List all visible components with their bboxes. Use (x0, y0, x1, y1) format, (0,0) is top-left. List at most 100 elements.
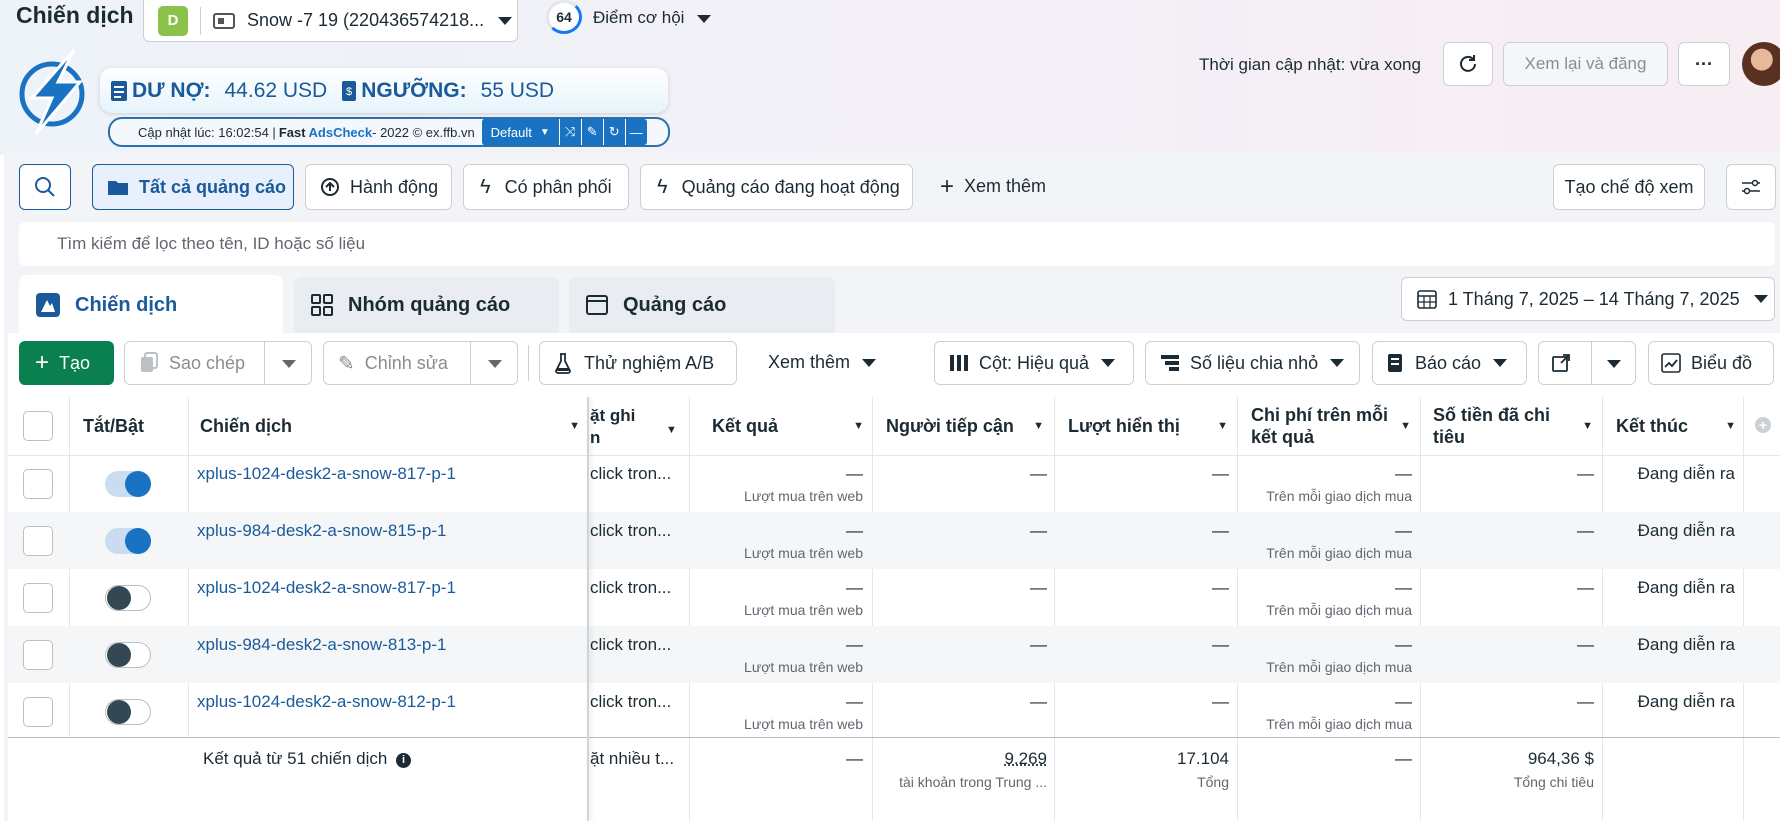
threshold-value: 55 USD (481, 79, 555, 103)
row-checkbox[interactable] (23, 583, 53, 613)
breakdown-button[interactable]: Số liệu chia nhỏ (1145, 341, 1360, 385)
tab-ads-label: Quảng cáo (623, 294, 726, 317)
charts-button[interactable]: Biểu đồ (1648, 341, 1774, 385)
add-column-icon[interactable]: + (1755, 417, 1771, 433)
more-button[interactable]: ··· (1678, 42, 1730, 86)
summary-label-text: Kết quả từ 51 chiến dịch (203, 749, 387, 768)
tab-ad-sets[interactable]: Nhóm quảng cáo (294, 277, 559, 333)
toolbar-see-more-label: Xem thêm (768, 352, 850, 373)
col-results[interactable]: Kết quả ▼ (712, 397, 864, 455)
campaign-name-link[interactable]: xplus-1024-desk2-a-snow-812-p-1 (197, 692, 456, 712)
select-all-checkbox[interactable] (23, 411, 53, 441)
minimize-icon[interactable]: — (625, 119, 647, 145)
refresh-icon[interactable]: ↻ (603, 119, 625, 145)
edit-button[interactable]: ✎ Chỉnh sửa (323, 341, 518, 385)
sort-icon[interactable]: ▼ (1400, 415, 1411, 437)
spent-cell: — (1428, 464, 1594, 484)
cpr-sub: Trên mỗi giao dịch mua (1245, 545, 1412, 561)
sort-icon[interactable]: ▼ (1582, 415, 1593, 437)
filter-all-ads[interactable]: Tất cả quảng cáo (92, 164, 294, 210)
sort-icon[interactable]: ▼ (1033, 420, 1044, 432)
chevron-down-icon[interactable] (488, 360, 502, 368)
campaign-name-link[interactable]: xplus-984-desk2-a-snow-813-p-1 (197, 635, 446, 655)
campaign-name-link[interactable]: xplus-1024-desk2-a-snow-817-p-1 (197, 578, 456, 598)
refresh-icon (1457, 53, 1479, 75)
sort-icon[interactable]: ▼ (666, 419, 677, 441)
search-input[interactable]: Tìm kiếm để lọc theo tên, ID hoặc số liệ… (19, 222, 1775, 266)
chevron-down-icon[interactable] (1607, 360, 1621, 368)
avatar[interactable] (1742, 42, 1780, 86)
review-publish-button[interactable]: Xem lại và đăng (1503, 42, 1668, 86)
chart-icon (1661, 353, 1681, 373)
search-icon (34, 176, 56, 198)
grid-icon (310, 293, 334, 317)
refresh-button[interactable] (1443, 42, 1493, 86)
duplicate-button[interactable]: Sao chép (124, 341, 312, 385)
campaign-name-link[interactable]: xplus-984-desk2-a-snow-815-p-1 (197, 521, 446, 541)
tab-ads[interactable]: Quảng cáo (569, 277, 835, 333)
col-amount-spent[interactable]: Số tiền đã chi tiêu ▼ (1433, 397, 1593, 455)
row-checkbox[interactable] (23, 526, 53, 556)
mode-select[interactable]: Default ▼ (481, 119, 559, 145)
campaign-toggle[interactable] (105, 642, 151, 668)
opportunity-score[interactable]: 64 (546, 0, 582, 34)
svg-text:$: $ (346, 86, 352, 98)
col-attribution-label-1: ặt ghi (590, 405, 635, 427)
opportunity-label[interactable]: Điểm cơ hội (593, 8, 711, 28)
col-impressions[interactable]: Lượt hiển thị ▼ (1068, 397, 1228, 455)
tab-campaigns[interactable]: Chiến dịch (19, 275, 283, 335)
plus-icon: + (35, 353, 49, 373)
filter-active-ads[interactable]: ϟ Quảng cáo đang hoạt động (640, 164, 913, 210)
col-campaign-label: Chiến dịch (200, 416, 292, 437)
col-spent-label-2: tiêu (1433, 426, 1550, 448)
sort-icon[interactable]: ▼ (853, 420, 864, 432)
row-checkbox[interactable] (23, 697, 53, 727)
sort-icon[interactable]: ▼ (569, 420, 580, 432)
page-title: Chiến dịch (16, 2, 134, 29)
results-cell: — (700, 692, 863, 712)
create-view-button[interactable]: Tạo chế độ xem (1553, 164, 1705, 210)
filter-delivering[interactable]: ϟ Có phân phối (463, 164, 629, 210)
account-selector[interactable]: D Snow -7 19 (220436574218... (143, 0, 518, 42)
col-reach[interactable]: Người tiếp cận ▼ (886, 397, 1044, 455)
col-cost-per-result[interactable]: Chi phí trên mỗi kết quả ▼ (1251, 397, 1411, 455)
row-checkbox[interactable] (23, 469, 53, 499)
export-button[interactable] (1538, 341, 1636, 385)
copyright: - 2022 © ex.ffb.vn (372, 125, 475, 140)
date-range-picker[interactable]: 1 Tháng 7, 2025 – 14 Tháng 7, 2025 (1401, 277, 1775, 321)
summary-reach[interactable]: 9.269 (880, 749, 1047, 769)
ab-test-button[interactable]: Thử nghiệm A/B (539, 341, 737, 385)
col-ends[interactable]: Kết thúc ▼ (1616, 397, 1736, 455)
campaign-flag-icon (35, 292, 61, 318)
campaign-name-link[interactable]: xplus-1024-desk2-a-snow-817-p-1 (197, 464, 456, 484)
debt-label: DƯ NỢ: (132, 79, 211, 103)
campaign-toggle[interactable] (105, 585, 151, 611)
filter-see-more-label: Xem thêm (964, 176, 1046, 197)
campaign-toggle[interactable] (105, 528, 151, 554)
edit-icon[interactable]: ✎ (581, 119, 603, 145)
campaign-toggle[interactable] (105, 471, 151, 497)
columns-button[interactable]: Cột: Hiệu quả (934, 341, 1134, 385)
info-icon[interactable]: i (396, 753, 411, 768)
sort-icon[interactable]: ▼ (1217, 420, 1228, 432)
row-checkbox[interactable] (23, 640, 53, 670)
ad-account-icon (213, 13, 235, 29)
create-button[interactable]: + Tạo (19, 341, 114, 385)
filter-see-more[interactable]: + Xem thêm (940, 176, 1046, 197)
cpr-cell: — (1245, 578, 1412, 598)
campaign-toggle[interactable] (105, 699, 151, 725)
toolbar-see-more[interactable]: Xem thêm (768, 352, 876, 373)
col-reach-label: Người tiếp cận (886, 416, 1014, 437)
shuffle-icon[interactable]: ⤨ (559, 119, 581, 145)
col-campaign[interactable]: Chiến dịch ▼ (200, 397, 580, 455)
search-button[interactable] (19, 164, 71, 210)
chevron-down-icon: ▼ (540, 127, 550, 138)
sort-icon[interactable]: ▼ (1725, 420, 1736, 432)
filter-actions[interactable]: Hành động (305, 164, 452, 210)
chevron-down-icon[interactable] (282, 360, 296, 368)
arrow-up-circle-icon (320, 177, 340, 197)
col-attribution[interactable]: ặt ghi n ▼ (590, 397, 680, 455)
reports-button[interactable]: Báo cáo (1372, 341, 1527, 385)
settings-sliders-button[interactable] (1726, 164, 1776, 210)
export-icon (1551, 353, 1571, 373)
